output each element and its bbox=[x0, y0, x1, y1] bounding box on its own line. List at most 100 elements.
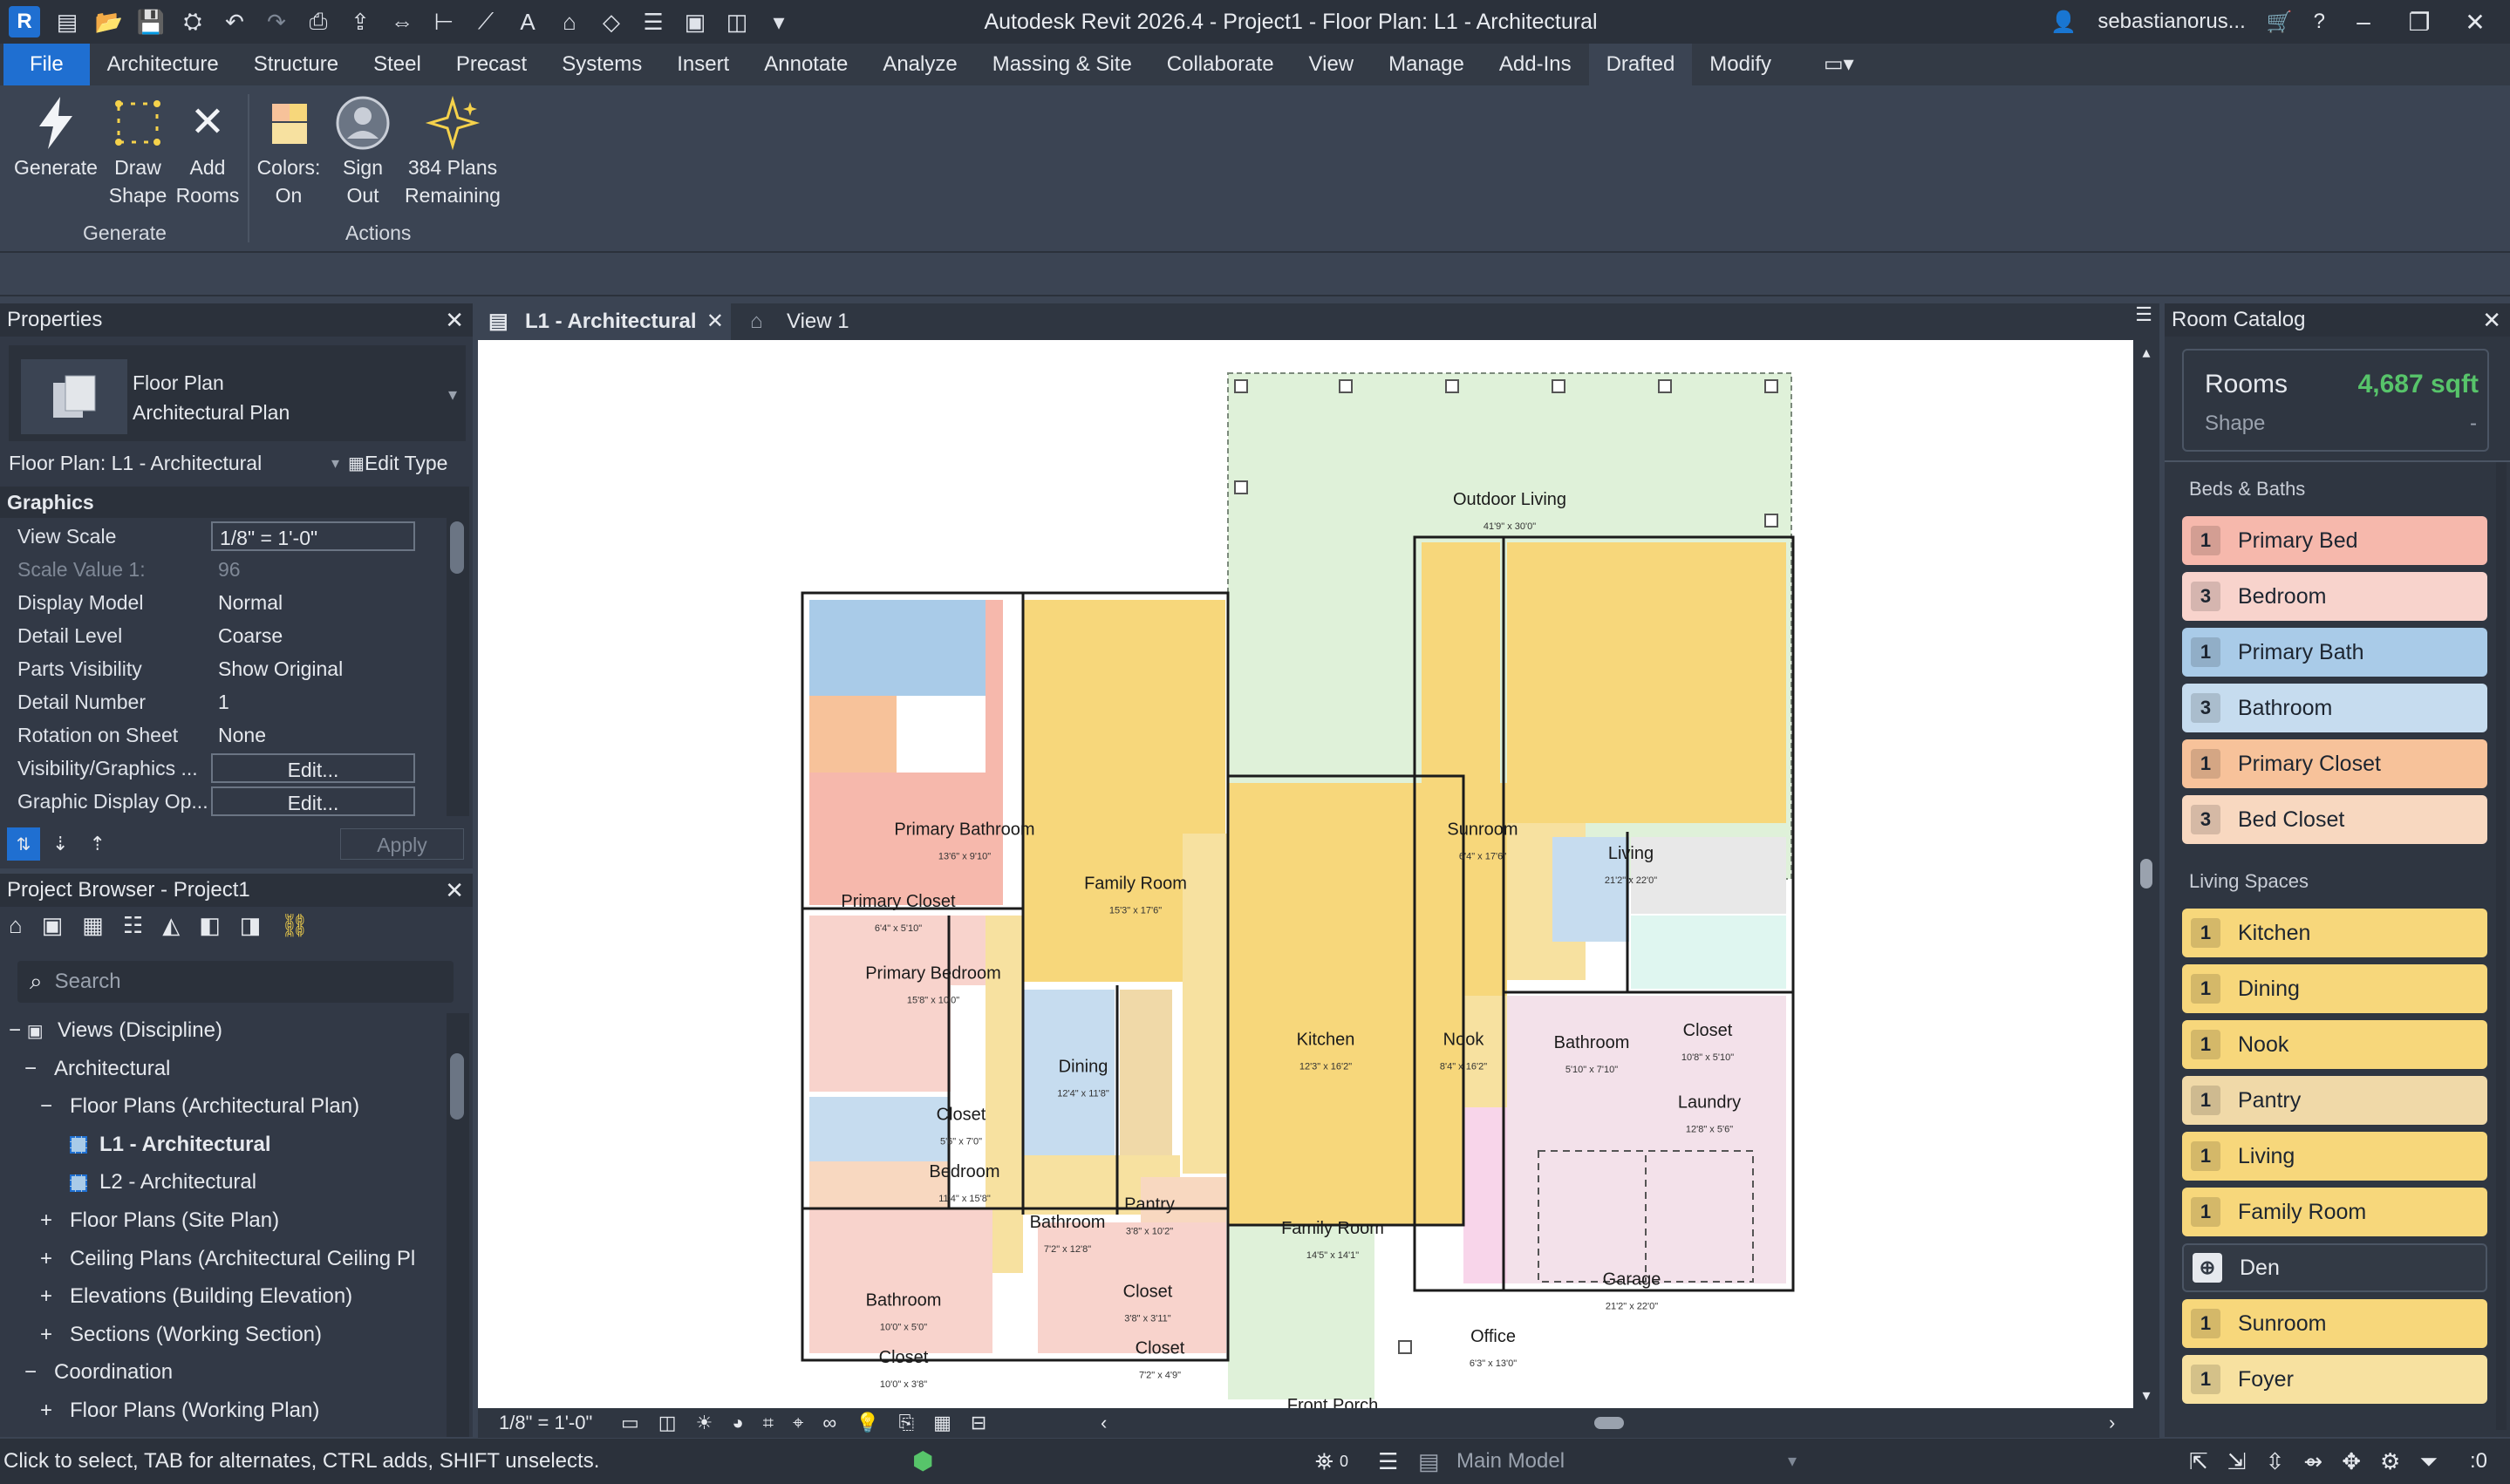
tab-menu-icon[interactable]: ☰ bbox=[2135, 303, 2152, 326]
expand-icon[interactable]: + bbox=[40, 1393, 63, 1428]
catalog-item-sunroom[interactable]: 1 Sunroom bbox=[2182, 1299, 2487, 1348]
redo-icon[interactable]: ↷ bbox=[262, 7, 291, 37]
reveal-hidden-icon[interactable]: 💡 bbox=[856, 1408, 879, 1438]
instance-selector[interactable]: Floor Plan: L1 - Architectural bbox=[9, 452, 331, 475]
room-hall-east[interactable] bbox=[1463, 996, 1507, 1107]
catalog-item-nook[interactable]: 1 Nook bbox=[2182, 1020, 2487, 1069]
canvas-vertical-scrollbar[interactable]: ▴ ▾ bbox=[2133, 340, 2159, 1408]
categorized-icon[interactable]: ⇅ bbox=[7, 827, 40, 861]
select-by-face-icon[interactable]: ⇴ bbox=[2303, 1439, 2322, 1484]
background-processes-icon[interactable]: ⚙ bbox=[2380, 1439, 2400, 1484]
chevron-down-icon[interactable]: ▾ bbox=[1788, 1439, 1797, 1484]
scroll-thumb[interactable] bbox=[450, 1053, 464, 1120]
section-icon[interactable]: ◇ bbox=[597, 7, 626, 37]
tab-annotate[interactable]: Annotate bbox=[747, 44, 865, 85]
scroll-down-icon[interactable]: ▾ bbox=[2133, 1386, 2159, 1405]
catalog-item-family-room[interactable]: 1 Family Room bbox=[2182, 1188, 2487, 1236]
tab-add-ins[interactable]: Add-Ins bbox=[1482, 44, 1589, 85]
scroll-thumb[interactable] bbox=[450, 521, 464, 574]
tree-item[interactable]: + Floor Plans (Site Plan) bbox=[40, 1203, 279, 1238]
tab-drafted[interactable]: Drafted bbox=[1588, 44, 1693, 85]
select-pinned-icon[interactable]: ⇳ bbox=[2266, 1439, 2285, 1484]
open-icon[interactable]: 📂 bbox=[94, 7, 124, 37]
catalog-item-pantry[interactable]: 1 Pantry bbox=[2182, 1076, 2487, 1125]
collapse-icon[interactable]: − bbox=[24, 1052, 47, 1086]
close-icon[interactable]: ✕ bbox=[445, 303, 464, 337]
sort-desc-icon[interactable]: ⇡ bbox=[89, 833, 105, 855]
tree-item[interactable]: + Ceiling Plans (Architectural Ceiling Pl bbox=[40, 1242, 415, 1276]
edit-button[interactable]: Edit... bbox=[211, 753, 415, 783]
drag-elements-icon[interactable]: ✥ bbox=[2342, 1439, 2361, 1484]
sun-path-icon[interactable]: ☀ bbox=[696, 1408, 713, 1438]
3d-view-icon[interactable]: ▣ bbox=[42, 912, 64, 939]
room-primary-bathroom[interactable] bbox=[809, 600, 986, 696]
tab-file[interactable]: File bbox=[3, 44, 90, 85]
room-family-room[interactable] bbox=[1228, 1031, 1463, 1225]
tag-icon[interactable]: ◭ bbox=[162, 912, 180, 939]
tab-modify[interactable]: Modify bbox=[1692, 44, 1789, 85]
tab-structure[interactable]: Structure bbox=[236, 44, 356, 85]
expand-icon[interactable]: + bbox=[40, 1279, 63, 1314]
worksharing-icon[interactable]: ⎘ bbox=[899, 1408, 915, 1438]
room-closet-mid[interactable] bbox=[1120, 1110, 1172, 1155]
grip[interactable] bbox=[1398, 1340, 1412, 1354]
switch-windows-icon[interactable]: ◫ bbox=[722, 7, 752, 37]
room-primary-hall[interactable] bbox=[986, 600, 1003, 773]
expand-icon[interactable]: + bbox=[40, 1317, 63, 1352]
home-icon[interactable]: ⌂ bbox=[9, 912, 23, 939]
grip[interactable] bbox=[1234, 480, 1248, 494]
cart-icon[interactable]: 🛒 bbox=[2267, 10, 2293, 35]
catalog-item-kitchen[interactable]: 1 Kitchen bbox=[2182, 909, 2487, 957]
graphics-section-header[interactable]: Graphics bbox=[0, 487, 447, 518]
text-icon[interactable]: A bbox=[513, 7, 542, 37]
tree-item[interactable]: − Floor Plans (Architectural Plan) bbox=[40, 1089, 359, 1124]
tag-icon[interactable]: ⟋ bbox=[471, 7, 501, 37]
select-underlay-icon[interactable]: ⇲ bbox=[2227, 1439, 2247, 1484]
chevron-down-icon[interactable]: ▾ bbox=[331, 454, 339, 473]
tree-item[interactable]: L1 - Architectural bbox=[70, 1127, 271, 1162]
close-hidden-icon[interactable]: ▣ bbox=[680, 7, 710, 37]
scroll-thumb[interactable] bbox=[2140, 859, 2152, 888]
edit-type-button[interactable]: Edit Type bbox=[365, 452, 447, 475]
analytical-model-icon[interactable]: ▦ bbox=[933, 1408, 951, 1438]
tree-item[interactable]: − ▣ Views (Discipline) bbox=[9, 1013, 222, 1048]
link-icon[interactable]: ⛓ bbox=[280, 912, 309, 939]
customize-qat-icon[interactable]: ▾ bbox=[764, 7, 794, 37]
constraints-icon[interactable]: ⊟ bbox=[971, 1408, 986, 1438]
tab-manage[interactable]: Manage bbox=[1371, 44, 1482, 85]
room-foyer[interactable] bbox=[1183, 834, 1228, 1174]
grip[interactable] bbox=[1552, 379, 1565, 393]
grip[interactable] bbox=[1764, 514, 1778, 528]
room-primary-closet[interactable] bbox=[809, 696, 897, 773]
tree-item[interactable]: + Floor Plans (Working Plan) bbox=[40, 1393, 319, 1428]
room-kitchen[interactable] bbox=[1228, 783, 1422, 1031]
room-closet-sw[interactable] bbox=[809, 1161, 949, 1208]
view-icon[interactable] bbox=[70, 1165, 92, 1200]
plans-remaining-button[interactable]: 384 Plans Remaining bbox=[401, 92, 504, 209]
sort-asc-icon[interactable]: ⇣ bbox=[52, 833, 68, 855]
family-icon[interactable]: ◨ bbox=[240, 912, 262, 939]
export-icon[interactable]: ⇪ bbox=[345, 7, 375, 37]
type-selector[interactable]: Floor Plan Architectural Plan ▾ bbox=[9, 345, 466, 441]
tree-item[interactable]: L2 - Architectural bbox=[70, 1165, 256, 1200]
tab-precast[interactable]: Precast bbox=[439, 44, 544, 85]
tab-l1-architectural[interactable]: ▤ L1 - Architectural ✕ bbox=[478, 303, 731, 340]
user-name[interactable]: sebastianorus... bbox=[2097, 10, 2245, 34]
select-links-icon[interactable]: ⇱ bbox=[2189, 1439, 2208, 1484]
scroll-up-icon[interactable]: ▴ bbox=[2133, 344, 2159, 362]
worksets-icon[interactable]: ⬢ bbox=[912, 1439, 933, 1484]
tab-architecture[interactable]: Architecture bbox=[90, 44, 236, 85]
sheet-icon[interactable]: ◧ bbox=[199, 912, 221, 939]
collapse-icon[interactable]: − bbox=[24, 1355, 47, 1390]
horizontal-scroll-thumb[interactable] bbox=[1594, 1417, 1624, 1429]
room-bathroom-west[interactable] bbox=[809, 1097, 949, 1161]
detail-level-icon[interactable]: ▭ bbox=[621, 1408, 639, 1438]
tree-item[interactable]: − Architectural bbox=[24, 1052, 170, 1086]
thin-lines-icon[interactable]: ☰ bbox=[638, 7, 668, 37]
catalog-item-primary-bed[interactable]: 1 Primary Bed bbox=[2182, 516, 2487, 565]
tab-massing-site[interactable]: Massing & Site bbox=[975, 44, 1149, 85]
catalog-item-bed-closet[interactable]: 3 Bed Closet bbox=[2182, 795, 2487, 844]
print-icon[interactable]: ⎙ bbox=[304, 7, 333, 37]
schedule-icon[interactable]: ▦ bbox=[82, 912, 104, 939]
design-options-icon[interactable]: ☰ bbox=[1378, 1439, 1398, 1484]
